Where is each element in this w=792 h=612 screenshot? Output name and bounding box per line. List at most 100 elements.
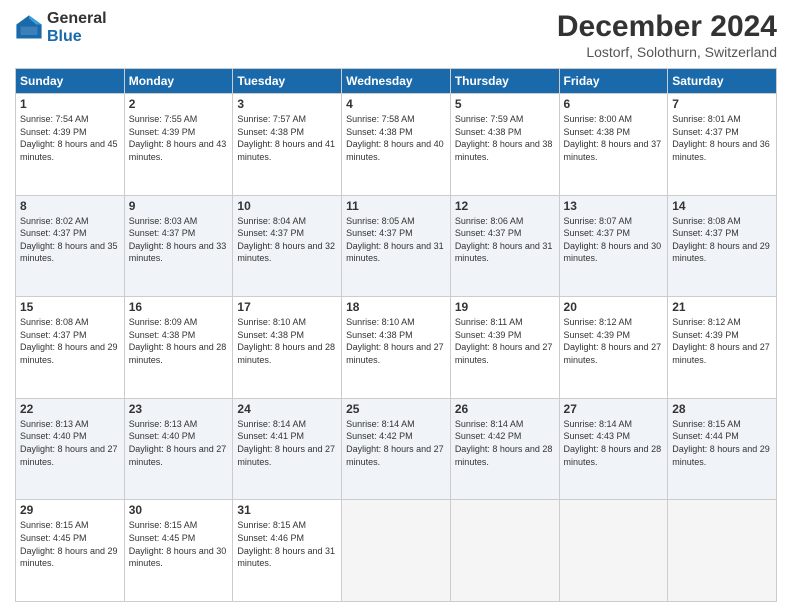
table-row: 18 Sunrise: 8:10 AMSunset: 4:38 PMDaylig… xyxy=(342,297,451,399)
table-row: 3 Sunrise: 7:57 AMSunset: 4:38 PMDayligh… xyxy=(233,94,342,196)
header-sunday: Sunday xyxy=(16,69,125,94)
day-info: Sunrise: 7:58 AMSunset: 4:38 PMDaylight:… xyxy=(346,114,444,162)
day-number: 19 xyxy=(455,300,555,314)
title-block: December 2024 Lostorf, Solothurn, Switze… xyxy=(557,10,777,60)
day-info: Sunrise: 8:08 AMSunset: 4:37 PMDaylight:… xyxy=(20,317,118,365)
calendar-week-2: 8 Sunrise: 8:02 AMSunset: 4:37 PMDayligh… xyxy=(16,195,777,297)
table-row: 5 Sunrise: 7:59 AMSunset: 4:38 PMDayligh… xyxy=(450,94,559,196)
day-info: Sunrise: 8:05 AMSunset: 4:37 PMDaylight:… xyxy=(346,216,444,264)
table-row: 24 Sunrise: 8:14 AMSunset: 4:41 PMDaylig… xyxy=(233,398,342,500)
header-wednesday: Wednesday xyxy=(342,69,451,94)
table-row: 12 Sunrise: 8:06 AMSunset: 4:37 PMDaylig… xyxy=(450,195,559,297)
day-info: Sunrise: 8:15 AMSunset: 4:44 PMDaylight:… xyxy=(672,419,770,467)
calendar-week-4: 22 Sunrise: 8:13 AMSunset: 4:40 PMDaylig… xyxy=(16,398,777,500)
table-row: 14 Sunrise: 8:08 AMSunset: 4:37 PMDaylig… xyxy=(668,195,777,297)
day-number: 31 xyxy=(237,503,337,517)
day-info: Sunrise: 8:10 AMSunset: 4:38 PMDaylight:… xyxy=(346,317,444,365)
day-number: 12 xyxy=(455,199,555,213)
table-row xyxy=(342,500,451,602)
table-row: 22 Sunrise: 8:13 AMSunset: 4:40 PMDaylig… xyxy=(16,398,125,500)
table-row xyxy=(559,500,668,602)
day-number: 28 xyxy=(672,402,772,416)
table-row: 10 Sunrise: 8:04 AMSunset: 4:37 PMDaylig… xyxy=(233,195,342,297)
day-info: Sunrise: 7:59 AMSunset: 4:38 PMDaylight:… xyxy=(455,114,553,162)
table-row: 25 Sunrise: 8:14 AMSunset: 4:42 PMDaylig… xyxy=(342,398,451,500)
logo: General Blue xyxy=(15,10,107,45)
day-number: 18 xyxy=(346,300,446,314)
day-number: 8 xyxy=(20,199,120,213)
day-number: 21 xyxy=(672,300,772,314)
table-row: 26 Sunrise: 8:14 AMSunset: 4:42 PMDaylig… xyxy=(450,398,559,500)
header: General Blue December 2024 Lostorf, Solo… xyxy=(15,10,777,60)
header-tuesday: Tuesday xyxy=(233,69,342,94)
day-info: Sunrise: 8:12 AMSunset: 4:39 PMDaylight:… xyxy=(564,317,662,365)
calendar-subtitle: Lostorf, Solothurn, Switzerland xyxy=(557,44,777,60)
day-number: 23 xyxy=(129,402,229,416)
day-info: Sunrise: 8:09 AMSunset: 4:38 PMDaylight:… xyxy=(129,317,227,365)
day-info: Sunrise: 8:03 AMSunset: 4:37 PMDaylight:… xyxy=(129,216,227,264)
logo-text: General Blue xyxy=(47,10,107,45)
day-number: 9 xyxy=(129,199,229,213)
table-row: 21 Sunrise: 8:12 AMSunset: 4:39 PMDaylig… xyxy=(668,297,777,399)
calendar-week-1: 1 Sunrise: 7:54 AMSunset: 4:39 PMDayligh… xyxy=(16,94,777,196)
day-number: 14 xyxy=(672,199,772,213)
day-info: Sunrise: 8:12 AMSunset: 4:39 PMDaylight:… xyxy=(672,317,770,365)
day-number: 30 xyxy=(129,503,229,517)
header-friday: Friday xyxy=(559,69,668,94)
logo-general: General xyxy=(47,10,107,28)
table-row: 11 Sunrise: 8:05 AMSunset: 4:37 PMDaylig… xyxy=(342,195,451,297)
day-info: Sunrise: 8:13 AMSunset: 4:40 PMDaylight:… xyxy=(129,419,227,467)
day-info: Sunrise: 7:54 AMSunset: 4:39 PMDaylight:… xyxy=(20,114,118,162)
day-number: 26 xyxy=(455,402,555,416)
day-info: Sunrise: 8:06 AMSunset: 4:37 PMDaylight:… xyxy=(455,216,553,264)
day-info: Sunrise: 8:14 AMSunset: 4:42 PMDaylight:… xyxy=(346,419,444,467)
page: General Blue December 2024 Lostorf, Solo… xyxy=(0,0,792,612)
calendar-week-5: 29 Sunrise: 8:15 AMSunset: 4:45 PMDaylig… xyxy=(16,500,777,602)
logo-icon xyxy=(15,14,43,42)
day-number: 17 xyxy=(237,300,337,314)
table-row: 30 Sunrise: 8:15 AMSunset: 4:45 PMDaylig… xyxy=(124,500,233,602)
header-monday: Monday xyxy=(124,69,233,94)
table-row: 28 Sunrise: 8:15 AMSunset: 4:44 PMDaylig… xyxy=(668,398,777,500)
table-row xyxy=(450,500,559,602)
day-info: Sunrise: 8:14 AMSunset: 4:43 PMDaylight:… xyxy=(564,419,662,467)
day-number: 2 xyxy=(129,97,229,111)
day-number: 3 xyxy=(237,97,337,111)
day-info: Sunrise: 8:00 AMSunset: 4:38 PMDaylight:… xyxy=(564,114,662,162)
table-row: 7 Sunrise: 8:01 AMSunset: 4:37 PMDayligh… xyxy=(668,94,777,196)
day-info: Sunrise: 8:15 AMSunset: 4:45 PMDaylight:… xyxy=(20,520,118,568)
day-info: Sunrise: 8:01 AMSunset: 4:37 PMDaylight:… xyxy=(672,114,770,162)
day-number: 11 xyxy=(346,199,446,213)
calendar-table: Sunday Monday Tuesday Wednesday Thursday… xyxy=(15,68,777,602)
table-row: 2 Sunrise: 7:55 AMSunset: 4:39 PMDayligh… xyxy=(124,94,233,196)
table-row: 19 Sunrise: 8:11 AMSunset: 4:39 PMDaylig… xyxy=(450,297,559,399)
day-info: Sunrise: 8:15 AMSunset: 4:46 PMDaylight:… xyxy=(237,520,335,568)
day-number: 29 xyxy=(20,503,120,517)
day-number: 10 xyxy=(237,199,337,213)
header-thursday: Thursday xyxy=(450,69,559,94)
day-number: 25 xyxy=(346,402,446,416)
calendar-week-3: 15 Sunrise: 8:08 AMSunset: 4:37 PMDaylig… xyxy=(16,297,777,399)
table-row: 20 Sunrise: 8:12 AMSunset: 4:39 PMDaylig… xyxy=(559,297,668,399)
day-info: Sunrise: 8:13 AMSunset: 4:40 PMDaylight:… xyxy=(20,419,118,467)
table-row: 8 Sunrise: 8:02 AMSunset: 4:37 PMDayligh… xyxy=(16,195,125,297)
table-row: 16 Sunrise: 8:09 AMSunset: 4:38 PMDaylig… xyxy=(124,297,233,399)
table-row: 23 Sunrise: 8:13 AMSunset: 4:40 PMDaylig… xyxy=(124,398,233,500)
day-info: Sunrise: 7:55 AMSunset: 4:39 PMDaylight:… xyxy=(129,114,227,162)
table-row xyxy=(668,500,777,602)
table-row: 1 Sunrise: 7:54 AMSunset: 4:39 PMDayligh… xyxy=(16,94,125,196)
day-info: Sunrise: 8:10 AMSunset: 4:38 PMDaylight:… xyxy=(237,317,335,365)
day-number: 13 xyxy=(564,199,664,213)
day-number: 15 xyxy=(20,300,120,314)
day-info: Sunrise: 8:07 AMSunset: 4:37 PMDaylight:… xyxy=(564,216,662,264)
table-row: 15 Sunrise: 8:08 AMSunset: 4:37 PMDaylig… xyxy=(16,297,125,399)
calendar-header-row: Sunday Monday Tuesday Wednesday Thursday… xyxy=(16,69,777,94)
day-number: 6 xyxy=(564,97,664,111)
day-number: 22 xyxy=(20,402,120,416)
table-row: 29 Sunrise: 8:15 AMSunset: 4:45 PMDaylig… xyxy=(16,500,125,602)
day-number: 7 xyxy=(672,97,772,111)
logo-blue: Blue xyxy=(47,28,107,46)
header-saturday: Saturday xyxy=(668,69,777,94)
day-info: Sunrise: 8:11 AMSunset: 4:39 PMDaylight:… xyxy=(455,317,553,365)
day-info: Sunrise: 8:02 AMSunset: 4:37 PMDaylight:… xyxy=(20,216,118,264)
